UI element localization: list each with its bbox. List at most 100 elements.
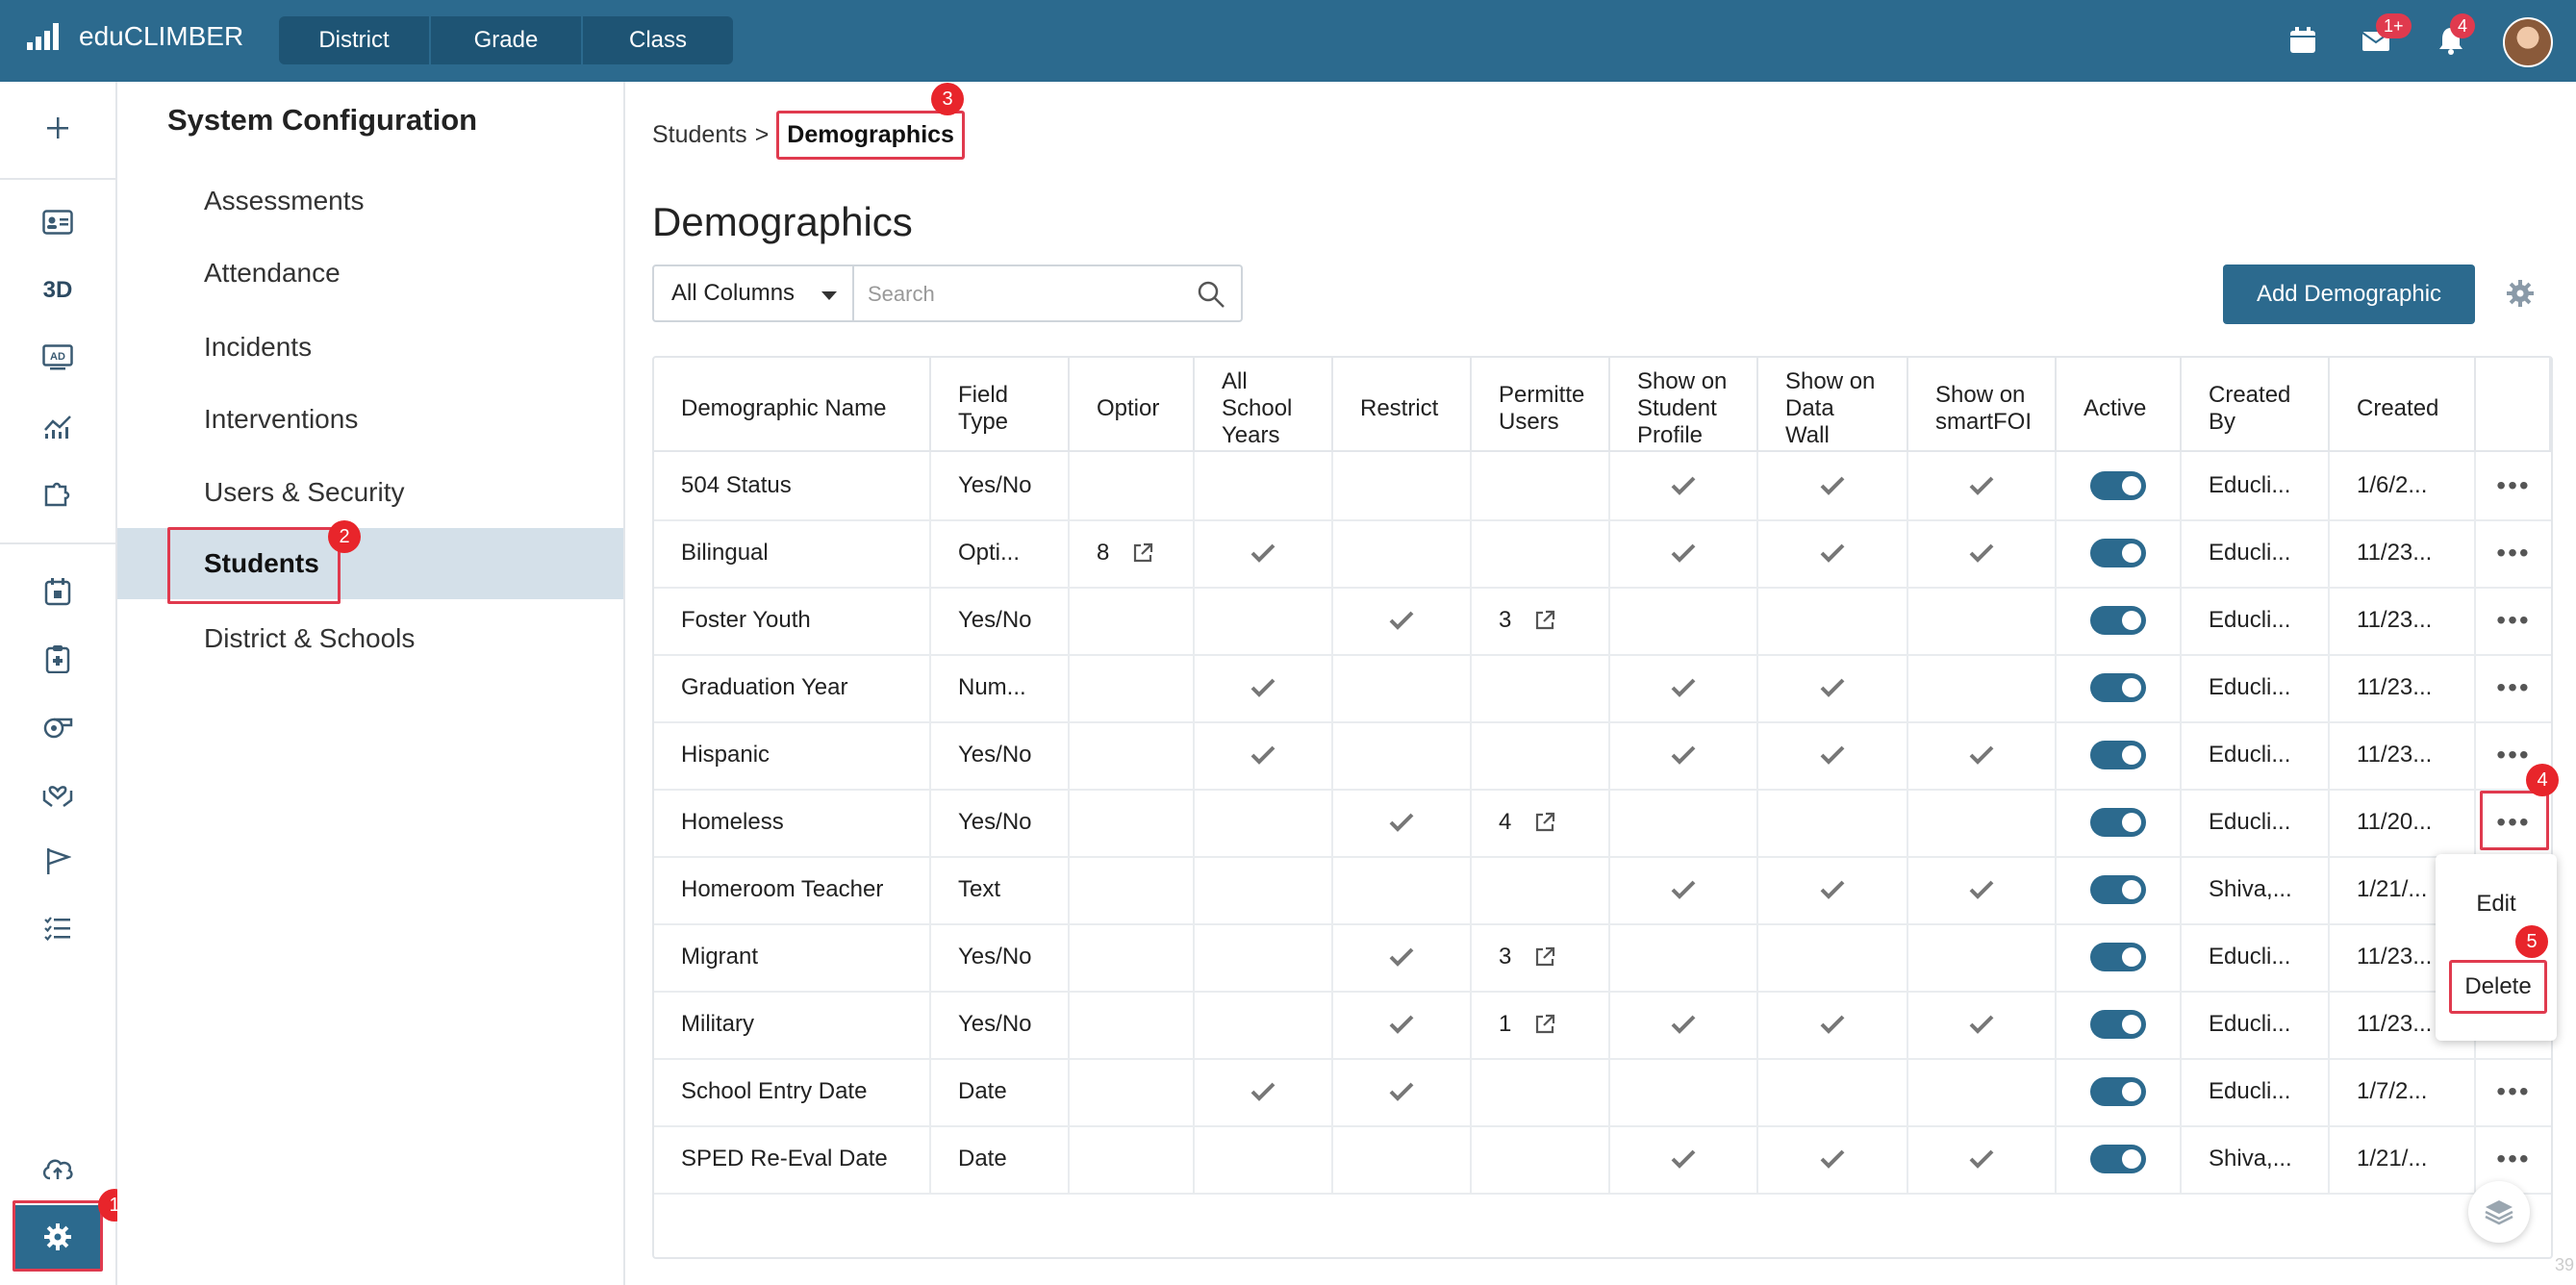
search-icon[interactable] <box>1197 280 1225 309</box>
header-col-options[interactable]: Optior <box>1070 358 1195 450</box>
active-toggle[interactable] <box>2090 808 2146 837</box>
level-tabs: District Grade Class <box>279 16 733 64</box>
rail-support[interactable] <box>0 765 115 822</box>
header-col-created-by[interactable]: Created By <box>2182 358 2330 450</box>
header-col-show-smartfoi[interactable]: Show on smartFOI <box>1908 358 2057 450</box>
active-toggle[interactable] <box>2090 606 2146 635</box>
header-col-all-school-years[interactable]: All School Years <box>1195 358 1333 450</box>
add-button[interactable] <box>0 99 115 157</box>
cell-options: 8 <box>1070 519 1195 587</box>
header-col-field-type[interactable]: Field Type <box>931 358 1070 450</box>
table-row[interactable]: SPED Re-Eval Date Date Shiva,... 1/21/... ••… <box>654 1125 2551 1195</box>
active-toggle[interactable] <box>2090 1145 2146 1173</box>
active-toggle[interactable] <box>2090 539 2146 567</box>
cell-field-type: Num... <box>931 654 1070 721</box>
tab-class[interactable]: Class <box>583 16 733 64</box>
more-options-icon[interactable]: ••• <box>2496 472 2530 499</box>
active-toggle[interactable] <box>2090 1077 2146 1106</box>
rail-checklist[interactable] <box>0 899 115 957</box>
tab-grade[interactable]: Grade <box>431 16 583 64</box>
header-col-actions[interactable] <box>2476 358 2551 450</box>
active-toggle[interactable] <box>2090 943 2146 971</box>
table-row[interactable]: 504 Status Yes/No Educli... 1/6/2... ••• <box>654 452 2551 521</box>
table-row[interactable]: Foster Youth Yes/No 3 Educli... 11/23... ••• <box>654 587 2551 656</box>
cell-permitted-users <box>1472 519 1610 587</box>
more-options-icon[interactable]: ••• <box>2496 1078 2530 1105</box>
search-input[interactable] <box>866 274 1177 315</box>
calendar-button[interactable] <box>2282 19 2324 62</box>
layers-button[interactable] <box>2468 1181 2530 1243</box>
external-link-icon[interactable] <box>1534 610 1555 631</box>
external-link-icon[interactable] <box>1534 946 1555 968</box>
header-col-restrict[interactable]: Restrict <box>1333 358 1472 450</box>
cell-all-school-years <box>1195 1058 1333 1125</box>
rail-integrations[interactable] <box>0 465 115 522</box>
menu-item-delete[interactable]: Delete <box>2449 960 2547 1014</box>
more-options-icon[interactable]: ••• <box>2496 540 2530 567</box>
check-icon <box>1820 880 1845 899</box>
cell-active <box>2057 991 2182 1058</box>
table-row[interactable]: MilitaryYes/No1Educli...11/23...••• <box>654 991 2551 1060</box>
more-options-icon[interactable]: ••• <box>2496 1146 2530 1172</box>
column-filter-select[interactable]: All Columns <box>652 265 854 322</box>
breadcrumb-current: Demographics <box>776 111 965 160</box>
cell-text: Educli... <box>2209 540 2291 566</box>
tab-district[interactable]: District <box>279 16 431 64</box>
rail-calendar[interactable] <box>0 563 115 620</box>
rail-3d-icon[interactable]: 3D <box>0 262 115 319</box>
header-col-show-data-wall[interactable]: Show on Data Wall <box>1758 358 1908 450</box>
table-row[interactable]: MigrantYes/No3Educli...11/23...••• <box>654 923 2551 993</box>
rail-analytics[interactable] <box>0 397 115 455</box>
sidebar-item-district-schools[interactable]: District & Schools <box>117 603 623 674</box>
header-col-created[interactable]: Created <box>2330 358 2476 450</box>
menu-item-edit[interactable]: Edit <box>2436 877 2557 931</box>
check-icon <box>1389 947 1414 967</box>
external-link-icon[interactable] <box>1534 812 1555 833</box>
external-link-icon[interactable] <box>1534 1014 1555 1035</box>
rail-ad[interactable]: AD <box>0 329 115 387</box>
table-row[interactable]: Bilingual Opti... 8 Educli... 11/23... ••• <box>654 519 2551 589</box>
checklist-icon <box>44 917 70 942</box>
cell-all-school-years <box>1195 587 1333 654</box>
gear-icon[interactable] <box>2506 279 2535 308</box>
check-icon <box>1969 880 1994 899</box>
header-col-active[interactable]: Active <box>2057 358 2182 450</box>
sidebar-item-interventions[interactable]: Interventions <box>117 384 623 455</box>
active-toggle[interactable] <box>2090 1010 2146 1039</box>
more-options-icon[interactable]: ••• <box>2496 742 2530 768</box>
sidebar-item-incidents[interactable]: Incidents <box>117 312 623 383</box>
cell-options <box>1070 991 1195 1058</box>
cell-show-data-wall <box>1758 856 1908 923</box>
breadcrumb-parent[interactable]: Students <box>652 121 747 149</box>
header-col-permitted-users[interactable]: Permitte Users <box>1472 358 1610 450</box>
more-options-icon[interactable]: ••• <box>2496 674 2530 701</box>
active-toggle[interactable] <box>2090 471 2146 500</box>
rail-goals[interactable] <box>0 832 115 890</box>
rail-upload[interactable] <box>0 1140 115 1197</box>
header-col-demographic-name[interactable]: Demographic Name <box>654 358 931 450</box>
cell-show-student-profile <box>1610 923 1758 991</box>
active-toggle[interactable] <box>2090 673 2146 702</box>
user-avatar[interactable] <box>2503 17 2553 67</box>
rail-behavior[interactable] <box>0 697 115 755</box>
more-options-icon[interactable]: ••• <box>2496 607 2530 634</box>
sidebar-item-assessments[interactable]: Assessments <box>117 165 623 237</box>
rail-clipboard[interactable] <box>0 630 115 688</box>
sidebar-item-users-security[interactable]: Users & Security <box>117 457 623 528</box>
table-row[interactable]: Hispanic Yes/No Educli... 11/23... ••• <box>654 721 2551 791</box>
app-logo[interactable]: eduCLIMBER <box>27 21 243 52</box>
rail-profile-card[interactable] <box>0 193 115 251</box>
cell-active <box>2057 1058 2182 1125</box>
active-toggle[interactable] <box>2090 741 2146 769</box>
add-demographic-button[interactable]: Add Demographic <box>2223 265 2475 324</box>
sidebar-item-attendance[interactable]: Attendance <box>117 238 623 309</box>
external-link-icon[interactable] <box>1132 542 1153 564</box>
header-col-show-student-profile[interactable]: Show on Student Profile <box>1610 358 1758 450</box>
table-row[interactable]: Homeless Yes/No 4 Educli... 11/20... ••• <box>654 789 2551 858</box>
table-row[interactable]: School Entry Date Date Educli... 1/7/2... ••… <box>654 1058 2551 1127</box>
cell-demographic-name: Homeroom Teacher <box>654 856 931 923</box>
cell-show-student-profile <box>1610 991 1758 1058</box>
table-row[interactable]: Graduation Year Num... Educli... 11/23... ••… <box>654 654 2551 723</box>
table-row[interactable]: Homeroom TeacherTextShiva,...1/21/...••• <box>654 856 2551 925</box>
active-toggle[interactable] <box>2090 875 2146 904</box>
